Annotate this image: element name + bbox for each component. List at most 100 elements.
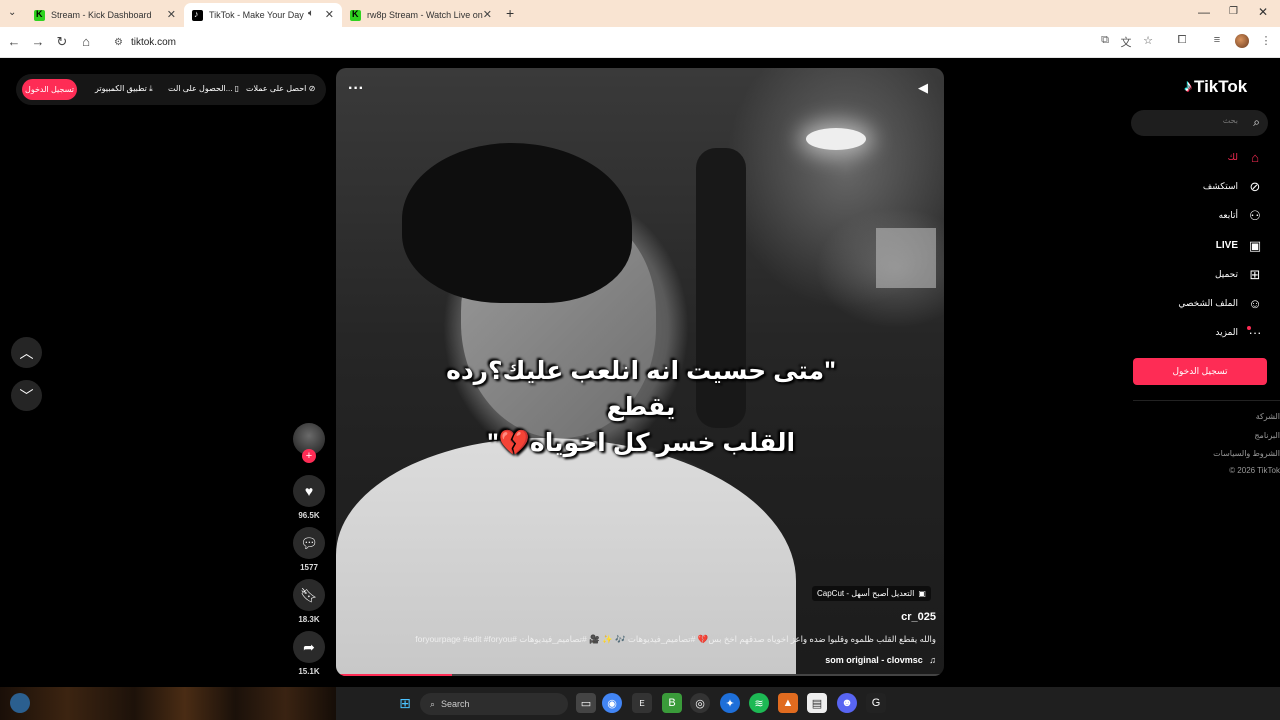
back-icon[interactable]: ←: [6, 34, 22, 49]
steam-icon[interactable]: ◎: [690, 693, 710, 713]
nav-following[interactable]: أتابعه ⚇: [1140, 205, 1268, 227]
kick-icon: [34, 9, 45, 21]
author-username[interactable]: cr_025: [901, 611, 936, 623]
epic-games-icon[interactable]: E: [632, 693, 652, 713]
search-icon: ⌕: [430, 698, 436, 709]
video-player[interactable]: "متى حسيت انه انلعب عليك؟رده يقطع القلب …: [336, 68, 944, 676]
close-icon[interactable]: ✕: [167, 8, 176, 21]
url-field[interactable]: ⚙ tiktok.com: [106, 32, 1086, 53]
extensions-icon[interactable]: ⧠: [1175, 34, 1189, 47]
bookmark-star-icon[interactable]: ☆: [1141, 34, 1155, 47]
install-app-icon[interactable]: ⧉: [1098, 34, 1112, 47]
tab-kick-dashboard[interactable]: Stream - Kick Dashboard ✕: [26, 3, 184, 27]
new-tab-icon[interactable]: +: [506, 5, 514, 21]
translate-icon[interactable]: 文: [1119, 34, 1133, 50]
music-note-icon: ♫: [929, 655, 936, 665]
close-window-icon[interactable]: ✕: [1258, 5, 1268, 19]
video-progress-bar[interactable]: [336, 674, 944, 676]
reload-icon[interactable]: ↻: [54, 34, 70, 50]
download-icon: ⤓: [149, 84, 153, 93]
login-button-small[interactable]: تسجيل الدخول: [22, 79, 77, 100]
spotify-icon[interactable]: ≋: [749, 693, 769, 713]
live-icon: ▣: [1248, 238, 1262, 253]
tab-list-chevron-icon[interactable]: ⌄: [8, 7, 16, 18]
search-icon[interactable]: ⌕: [1253, 115, 1260, 130]
app-icon[interactable]: ✦: [720, 693, 740, 713]
bookmark-icon: 🔖︎: [300, 586, 318, 603]
nav-live[interactable]: LIVE ▣: [1140, 235, 1268, 257]
task-view-icon[interactable]: ▭: [576, 693, 596, 713]
tab-tiktok[interactable]: TikTok - Make Your Day 🔈︎ ✕: [184, 3, 342, 27]
speaker-icon[interactable]: 🔈︎: [308, 8, 314, 19]
nav-profile[interactable]: الملف الشخصي ☺: [1140, 293, 1268, 315]
phone-icon: ▯: [234, 84, 240, 93]
address-bar-row: ← → ↻ ⌂ ⚙ tiktok.com ⧉ 文 ☆ ⧠ ≡ ⋮: [0, 27, 1280, 58]
sidebar-divider: [1133, 400, 1280, 401]
app-orange-icon[interactable]: ▲: [778, 693, 798, 713]
comment-icon: 💬︎: [300, 534, 318, 551]
like-count: 96.5K: [298, 511, 320, 520]
share-icon: ➦: [303, 638, 315, 655]
media-controls-icon[interactable]: ≡: [1210, 34, 1224, 46]
following-icon: ⚇: [1249, 208, 1261, 223]
footer-terms-link[interactable]: الشروط والسياسات: [1213, 449, 1280, 458]
nav-upload[interactable]: تحميل ⊞: [1140, 264, 1268, 286]
site-settings-icon[interactable]: ⚙: [114, 37, 123, 48]
restore-icon[interactable]: ❐: [1229, 6, 1238, 17]
notification-dot: [1247, 326, 1251, 330]
video-description: والله يقطع القلب ظلموه وقلبوا ضده واعز ا…: [415, 634, 936, 644]
share-count: 15.1K: [298, 667, 320, 676]
share-button[interactable]: ➦: [293, 631, 325, 663]
next-video-button[interactable]: ﹀: [11, 380, 42, 411]
b-app-icon[interactable]: B: [662, 693, 682, 713]
forward-icon[interactable]: →: [30, 34, 46, 49]
profile-avatar[interactable]: [1235, 34, 1249, 48]
tab-rw8p-stream[interactable]: rw8p Stream - Watch Live on K ✕: [342, 3, 500, 27]
get-coins-link[interactable]: احصل على عملات ⊘: [246, 84, 315, 93]
save-button[interactable]: 🔖︎: [293, 579, 325, 611]
like-button[interactable]: ♥: [293, 475, 325, 507]
notepad-icon[interactable]: ▤: [807, 693, 827, 713]
login-button[interactable]: تسجيل الدخول: [1133, 358, 1267, 385]
close-icon[interactable]: ✕: [325, 8, 334, 21]
previous-video-button[interactable]: ︿: [11, 337, 42, 368]
close-icon[interactable]: ✕: [483, 8, 492, 21]
compass-icon: ⊘: [1249, 179, 1261, 194]
chevron-up-icon: ︿: [19, 344, 34, 361]
music-info[interactable]: som original - clovmsc ♫: [825, 655, 936, 665]
chrome-icon[interactable]: ◉: [602, 693, 622, 713]
home-browser-icon[interactable]: ⌂: [78, 34, 94, 49]
capcut-icon: ▣: [918, 589, 926, 598]
app-g-icon[interactable]: G: [866, 693, 886, 713]
volume-icon[interactable]: ◀︎: [918, 80, 928, 96]
discord-icon[interactable]: ☻: [837, 693, 857, 713]
comment-button[interactable]: 💬︎: [293, 527, 325, 559]
browser-menu-icon[interactable]: ⋮: [1259, 34, 1273, 47]
video-caption-overlay: "متى حسيت انه انلعب عليك؟رده يقطع القلب …: [446, 357, 836, 457]
search-box[interactable]: ⌕: [1131, 110, 1268, 136]
footer-company-link[interactable]: الشركة: [1256, 412, 1280, 421]
weather-widget-icon[interactable]: [10, 693, 30, 713]
taskbar-search[interactable]: ⌕ Search: [420, 693, 568, 715]
browser-tab-bar: ⌄ Stream - Kick Dashboard ✕ TikTok - Mak…: [0, 0, 1280, 27]
desktop-app-link[interactable]: تطبيق الكمبيوتر ⤓: [95, 84, 153, 94]
profile-icon: ☺: [1248, 296, 1262, 311]
kick-icon: [350, 9, 361, 21]
follow-plus-icon[interactable]: +: [302, 449, 316, 463]
tiktok-logo[interactable]: ♪ TikTok: [1184, 77, 1247, 97]
desktop-wallpaper-strip: [0, 687, 336, 720]
minimize-icon[interactable]: —: [1198, 5, 1210, 19]
footer-program-link[interactable]: البرنامج: [1254, 431, 1280, 440]
get-app-link[interactable]: الحصول على الت... ▯: [168, 84, 239, 93]
nav-for-you[interactable]: لك ⌂: [1140, 147, 1268, 169]
upload-icon: ⊞: [1249, 267, 1261, 282]
tiktok-note-icon: ♪: [1184, 78, 1192, 95]
windows-start-icon[interactable]: ⊞: [395, 693, 415, 713]
nav-explore[interactable]: استكشف ⊘: [1140, 176, 1268, 198]
save-count: 18.3K: [298, 615, 320, 624]
coin-icon: ⊘: [308, 84, 316, 93]
video-more-options-icon[interactable]: ···: [348, 80, 364, 98]
comment-count: 1577: [300, 563, 318, 572]
capcut-badge[interactable]: CapCut - التعديل أصبح أسهل ▣: [812, 586, 931, 601]
search-input[interactable]: [1143, 116, 1238, 125]
